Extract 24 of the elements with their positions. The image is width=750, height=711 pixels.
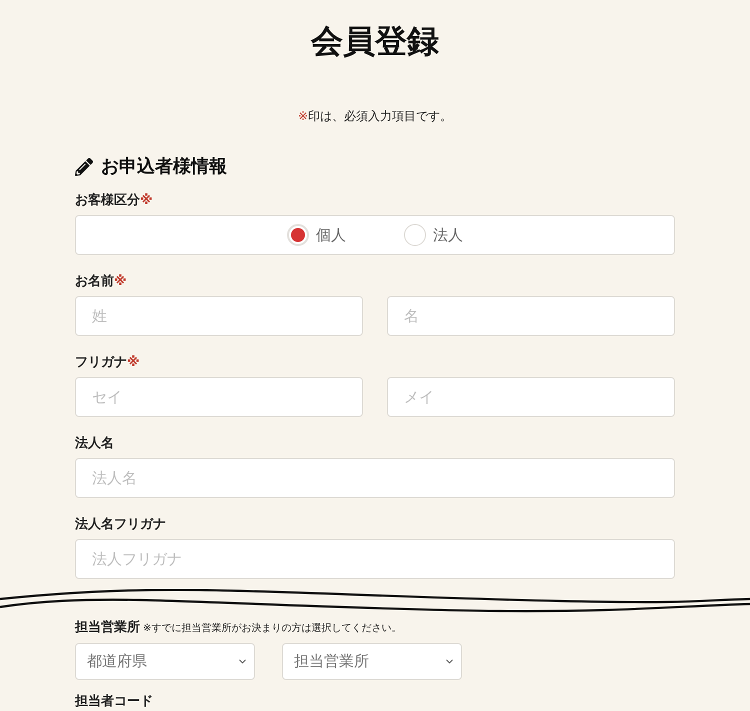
field-label: お客様区分※ xyxy=(75,192,153,210)
radio-button[interactable] xyxy=(287,224,309,246)
text-input[interactable]: 法人名 xyxy=(75,458,675,498)
radio-option[interactable]: 個人 xyxy=(287,224,346,246)
field-label: フリガナ※ xyxy=(75,354,140,372)
select-dropdown[interactable]: 都道府県 xyxy=(75,643,255,680)
field-label: 法人名 xyxy=(75,435,114,453)
pencil-icon xyxy=(75,158,93,176)
field-label: 担当営業所 xyxy=(75,619,140,637)
radio-option[interactable]: 法人 xyxy=(404,224,463,246)
select-dropdown[interactable]: 担当営業所 xyxy=(282,643,462,680)
text-input[interactable]: 姓 xyxy=(75,296,363,336)
field-label: 担当者コード xyxy=(75,694,153,709)
required-note: ※印は、必須入力項目です。 xyxy=(298,108,452,125)
field-note: ※すでに担当営業所がお決まりの方は選択してください。 xyxy=(143,622,402,636)
radio-button[interactable] xyxy=(404,224,426,246)
field-label: 法人名フリガナ xyxy=(75,516,166,534)
text-input[interactable]: 法人フリガナ xyxy=(75,539,675,579)
text-input[interactable]: 名 xyxy=(387,296,675,336)
text-input[interactable]: メイ xyxy=(387,377,675,417)
page-title: 会員登録 xyxy=(311,21,439,61)
text-input[interactable]: セイ xyxy=(75,377,363,417)
field-label: お名前※ xyxy=(75,273,127,291)
section-heading: お申込者様情報 xyxy=(101,155,227,179)
